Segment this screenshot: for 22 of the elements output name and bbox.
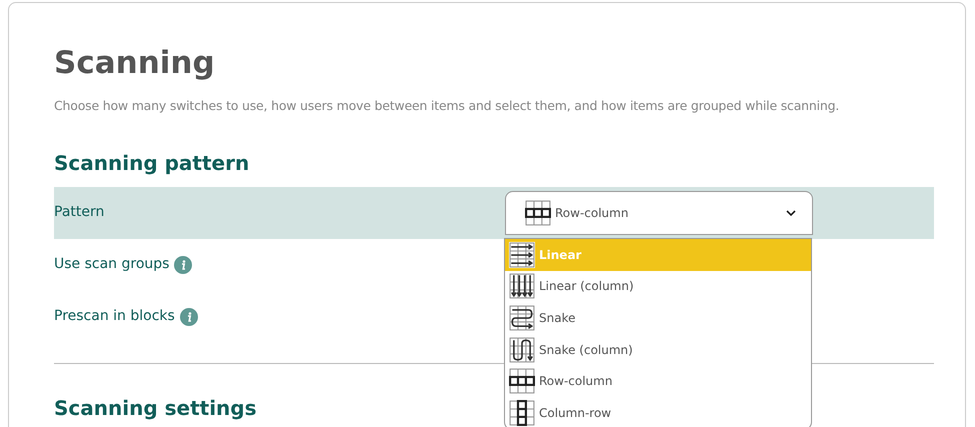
section-heading: Scanning pattern <box>54 150 250 176</box>
section-heading: Scanning settings <box>54 394 257 422</box>
pattern-icon <box>509 273 535 300</box>
setting-label: Prescan in blocks <box>54 307 175 326</box>
pattern-icon <box>509 336 535 363</box>
setting-label: Pattern <box>54 203 104 222</box>
page-title: Scanning <box>54 44 215 83</box>
setting-label: Use scan groups <box>54 255 170 274</box>
dropdown-option[interactable]: Snake (column) <box>505 334 811 366</box>
info-icon[interactable] <box>180 308 198 326</box>
dropdown-option[interactable]: Linear (column) <box>505 270 811 302</box>
dropdown-option[interactable]: Row-column <box>505 365 811 397</box>
pattern-icon <box>525 200 551 226</box>
info-icon[interactable] <box>174 256 192 274</box>
dropdown-option[interactable]: Column-row <box>505 396 811 427</box>
pattern-icon <box>509 304 535 331</box>
chevron-down-icon <box>786 210 796 216</box>
pattern-icon <box>509 368 535 394</box>
pattern-select[interactable]: Row-column <box>505 190 813 235</box>
pattern-icon <box>509 242 535 268</box>
page-description: Choose how many switches to use, how users move between items and select them, and how items are grouped while scanning. <box>54 97 840 115</box>
dropdown-option[interactable]: Snake <box>505 302 811 334</box>
